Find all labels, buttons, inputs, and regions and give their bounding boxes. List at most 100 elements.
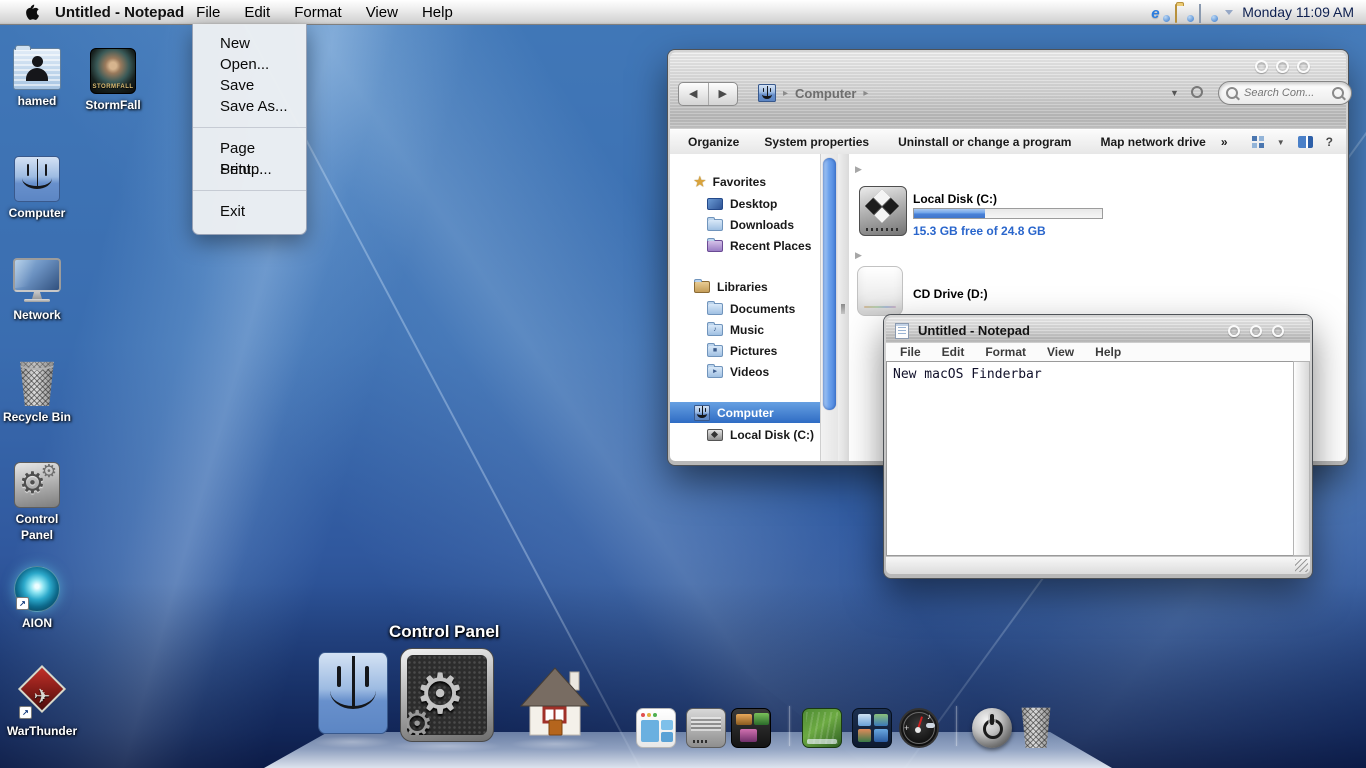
dock-item-desktop-preview[interactable]	[802, 708, 842, 748]
group-expander-icon[interactable]: ▶	[855, 250, 862, 261]
menu-item-new[interactable]: New	[193, 33, 306, 54]
window-control-button[interactable]	[1297, 60, 1310, 73]
search-icon[interactable]	[1332, 87, 1344, 99]
window-control-button[interactable]	[1228, 325, 1240, 337]
dock-item-dashboard[interactable]: ♪ +	[899, 708, 939, 748]
desktop-icon-hamed[interactable]: hamed	[0, 45, 74, 110]
dock-item-app-tiles[interactable]	[852, 708, 892, 748]
sidebar-item-documents[interactable]: Documents	[670, 298, 820, 319]
sidebar-item-videos[interactable]: ▸ Videos	[670, 361, 820, 382]
refresh-icon[interactable]	[1191, 86, 1203, 98]
resize-grip[interactable]	[1295, 559, 1308, 572]
sidebar-item-libraries[interactable]: Libraries	[670, 276, 820, 297]
sidebar-scrollbar-track[interactable]	[820, 154, 839, 461]
sidebar-item-music[interactable]: ♪ Music	[670, 319, 820, 340]
menu-help[interactable]: Help	[410, 4, 465, 21]
dock-item-home[interactable]	[518, 664, 592, 743]
menu-help[interactable]: Help	[1095, 345, 1121, 359]
explorer-titlebar[interactable]: ◀ ▶ ▸ Computer ▸ ▼	[670, 52, 1352, 129]
drive-name[interactable]: CD Drive (D:)	[913, 287, 988, 301]
notepad-text-area[interactable]: New macOS Finderbar	[886, 361, 1295, 556]
dock-item-finder[interactable]	[318, 652, 388, 734]
menu-view[interactable]: View	[354, 4, 410, 21]
menu-view[interactable]: View	[1047, 345, 1074, 359]
back-button[interactable]: ◀	[679, 83, 709, 105]
menu-file[interactable]: File	[900, 345, 921, 359]
group-expander-icon[interactable]: ▶	[855, 164, 862, 175]
capacity-bar-fill	[914, 209, 986, 218]
clock[interactable]: Monday 11:09 AM	[1242, 4, 1354, 20]
dock-item-trash[interactable]	[1018, 706, 1054, 748]
menu-item-open[interactable]: Open...	[193, 54, 306, 75]
dock-item-power[interactable]	[972, 708, 1012, 748]
preview-pane-icon[interactable]	[1297, 136, 1313, 148]
desktop-icon-stormfall[interactable]: STORMFALL StormFall	[76, 48, 150, 114]
notepad-icon	[895, 323, 909, 339]
desktop-icon-aion[interactable]: ↗ AION	[0, 566, 74, 632]
notepad-tray-icon[interactable]	[1199, 3, 1219, 23]
notepad-titlebar[interactable]: Untitled - Notepad	[886, 317, 1310, 343]
sidebar-item-downloads[interactable]: Downloads	[670, 214, 820, 235]
breadcrumb[interactable]: ▸ Computer ▸	[758, 83, 868, 103]
sidebar-item-pictures[interactable]: ■ Pictures	[670, 340, 820, 361]
desktop-icon-label: Recycle Bin	[2, 410, 72, 424]
change-view-icon[interactable]	[1251, 136, 1264, 148]
menu-item-save-as[interactable]: Save As...	[193, 96, 306, 117]
sidebar-item-recent-places[interactable]: Recent Places	[670, 235, 820, 256]
menu-item-page-setup[interactable]: Page Setup...	[193, 138, 306, 178]
home-icon	[519, 667, 591, 736]
desktop-icon-control-panel[interactable]: ⚙ ⚙ Control Panel	[0, 462, 74, 543]
sidebar-item-desktop[interactable]: Desktop	[670, 193, 820, 214]
drive-name[interactable]: Local Disk (C:)	[913, 192, 997, 206]
dock-item-media-gallery[interactable]	[731, 708, 771, 748]
window-control-button[interactable]	[1272, 325, 1284, 337]
hard-drive-icon[interactable]	[859, 186, 907, 236]
breadcrumb-item[interactable]: Computer	[795, 86, 856, 101]
notepad-horizontal-scrollbar[interactable]	[886, 556, 1310, 574]
sidebar-item-favorites[interactable]: ★ Favorites	[670, 171, 820, 192]
nav-buttons[interactable]: ◀ ▶	[678, 82, 738, 106]
folder-tray-icon[interactable]	[1175, 3, 1195, 23]
desktop-icon-warthunder[interactable]: ✈ ↗ WarThunder	[0, 664, 84, 740]
help-button[interactable]: ?	[1326, 135, 1333, 149]
menu-edit[interactable]: Edit	[232, 4, 282, 21]
window-control-button[interactable]	[1255, 60, 1268, 73]
history-dropdown-icon[interactable]: ▼	[1170, 88, 1179, 98]
window-controls[interactable]	[1228, 325, 1284, 337]
window-control-button[interactable]	[1276, 60, 1289, 73]
chevron-right-icon[interactable]: ▸	[863, 88, 868, 99]
dock-item-theme-window[interactable]	[636, 708, 676, 748]
desktop-icon-recycle-bin[interactable]: Recycle Bin	[0, 360, 74, 426]
dock-item-hard-drive[interactable]	[686, 708, 726, 748]
toolbar-uninstall-program[interactable]: Uninstall or change a program	[898, 135, 1071, 149]
desktop-icon-network[interactable]: Network	[0, 258, 74, 324]
forward-button[interactable]: ▶	[709, 83, 738, 105]
internet-explorer-icon[interactable]: e	[1151, 5, 1171, 22]
toolbar-system-properties[interactable]: System properties	[764, 135, 869, 149]
menu-format[interactable]: Format	[282, 4, 354, 21]
toolbar-map-network-drive[interactable]: Map network drive	[1100, 135, 1205, 149]
toolbar-organize[interactable]: Organize	[688, 135, 739, 149]
file-dropdown-menu: New Open... Save Save As... Page Setup..…	[192, 24, 307, 235]
view-dropdown-icon[interactable]: ▼	[1277, 138, 1285, 147]
menu-edit[interactable]: Edit	[942, 345, 965, 359]
cd-drive-icon[interactable]	[857, 266, 903, 316]
window-controls[interactable]	[1255, 60, 1310, 73]
sidebar-item-local-disk[interactable]: Local Disk (C:)	[670, 424, 820, 445]
sidebar-item-computer[interactable]: Computer	[670, 402, 820, 423]
toolbar-more-chevron[interactable]: »	[1221, 135, 1228, 149]
sidebar-scrollbar-thumb[interactable]	[823, 158, 836, 410]
chevron-down-icon[interactable]	[1225, 9, 1234, 15]
window-control-button[interactable]	[1250, 325, 1262, 337]
notepad-vertical-scrollbar[interactable]	[1293, 361, 1310, 556]
menu-item-print[interactable]: Print...	[193, 159, 306, 180]
menu-format[interactable]: Format	[985, 345, 1026, 359]
search-input[interactable]	[1242, 86, 1328, 100]
search-box[interactable]	[1218, 81, 1352, 105]
menu-item-exit[interactable]: Exit	[193, 201, 306, 222]
menu-file[interactable]: File	[184, 4, 232, 21]
desktop-icon-computer[interactable]: Computer	[0, 156, 74, 222]
dock-item-control-panel[interactable]: ⚙ ⚙	[400, 648, 494, 742]
menu-item-save[interactable]: Save	[193, 75, 306, 96]
apple-logo-icon[interactable]	[26, 4, 40, 20]
